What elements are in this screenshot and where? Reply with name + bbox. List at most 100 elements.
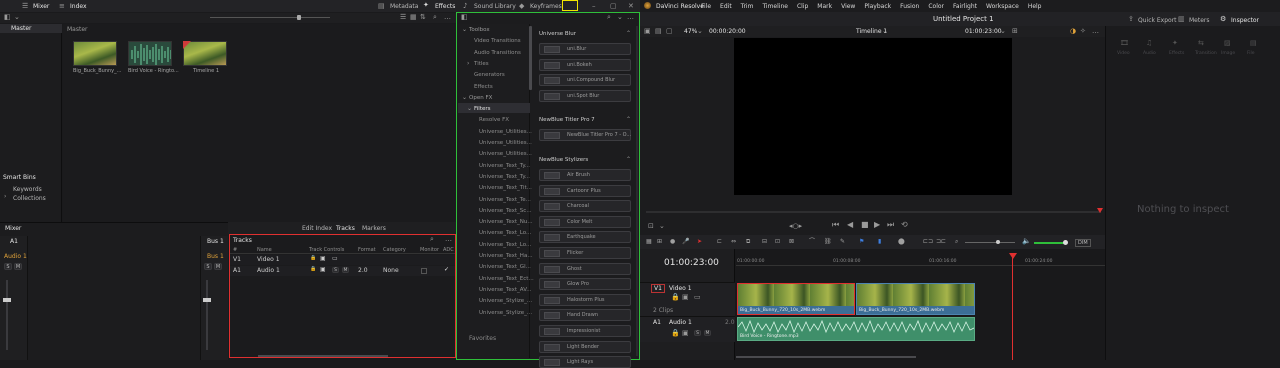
audio-clip[interactable]: Bird Voice - Ringtone.mp3 [737,317,975,341]
dim-button[interactable]: DIM [1075,239,1091,247]
overwrite-icon[interactable]: ⊡ [775,239,780,245]
dynamic-trim-icon[interactable]: ⇔ [731,239,736,245]
auto-select-icon[interactable]: ▣ [682,294,689,301]
volume-slider-handle[interactable] [1063,240,1068,245]
lock-icon[interactable]: 🔒 [671,294,680,301]
effects-tree-scrollbar[interactable] [529,26,532,90]
monitor-checkbox[interactable] [421,268,427,274]
inspector-button[interactable]: Inspector [1231,17,1259,24]
go-to-start-icon[interactable]: ⏮ [832,221,839,229]
loop-icon[interactable]: ⟲ [901,221,908,229]
sort-icon[interactable]: ⇅ [420,14,426,21]
effects-tree-item[interactable]: Video Transitions [474,38,521,44]
inspector-tab-icon[interactable]: ▨ [1224,40,1231,47]
chevron-up-icon[interactable]: ⌃ [626,157,631,163]
chevron-down-icon[interactable]: ⌄ [659,223,665,230]
lock-icon[interactable]: 🔒 [310,256,316,261]
flag-icon[interactable]: ⚑ [859,239,864,245]
effect-item[interactable]: uni.Bokeh [539,58,631,71]
chevron-icon[interactable]: ⌄ [462,94,467,101]
meters-button[interactable]: Meters [1189,17,1210,24]
menu-item-file[interactable]: File [701,3,711,10]
scrub-bar[interactable] [646,211,1101,213]
viewer-color-icon[interactable]: ◑ [1070,28,1076,35]
timeline-ruler[interactable]: 01:00:00:00 01:00:08:00 01:00:16:00 01:00:2… [736,249,1105,266]
playhead-line[interactable] [1012,254,1013,360]
zoom-slider[interactable] [210,17,330,18]
effects-tree-item[interactable]: Audio Transitions [474,50,521,56]
minimize-icon[interactable]: – [592,3,596,10]
viewer-more-icon[interactable]: … [1092,28,1099,35]
keyframes-icon[interactable]: ◆ [519,3,524,10]
inspector-tab-effects[interactable]: Effects [1169,51,1184,56]
video-toggle-icon[interactable]: ▭ [332,256,338,262]
auto-select-icon[interactable]: ▣ [320,256,326,262]
inspector-tab-transition[interactable]: Transition [1195,51,1217,56]
color-marker-icon[interactable]: ⬤ [898,239,905,245]
chevron-down-icon[interactable]: ⌄ [617,14,623,21]
stop-icon[interactable]: ■ [861,221,869,229]
auto-select-icon[interactable]: ▣ [320,267,326,273]
effect-item[interactable]: Ghost [539,262,631,275]
match-frame-icon[interactable]: ⊞ [1012,28,1018,35]
viewer-options-icon[interactable]: ⌄ [1000,28,1006,35]
video-clip[interactable]: Big_Buck_Bunny_720_10s_2MB.webm [856,283,975,315]
clip-thumb-bunny[interactable] [73,41,117,66]
effects-tree-item[interactable]: Universe_Text_Tit... [479,185,532,191]
metadata-tab[interactable]: Metadata [390,3,418,10]
menu-item-edit[interactable]: Edit [720,3,732,10]
tracks-scrollbar[interactable] [258,355,388,357]
zoom-out-icon[interactable]: ⌕ [955,239,958,245]
menu-item-color[interactable]: Color [928,3,944,10]
playhead-marker[interactable] [1009,253,1017,259]
search-icon[interactable]: ⌕ [430,236,434,243]
effects-tree-item[interactable]: Universe_Stylize_... [479,298,532,304]
blade-icon[interactable]: ⧉ [746,239,750,245]
metadata-icon[interactable]: ▤ [378,3,385,10]
effects-tree-item[interactable]: Universe_Utilities... [479,140,532,146]
effects-tree-item[interactable]: Universe_Text_Ty... [479,174,530,180]
effects-tree-item[interactable]: Filters [474,106,491,112]
meters-icon[interactable]: ▥ [1178,16,1185,23]
insert-icon[interactable]: ⊟ [762,239,767,245]
chevron-up-icon[interactable]: ⌃ [626,31,631,37]
keyframes-tab[interactable]: Keyframes [530,3,562,10]
effects-tree-item[interactable]: Universe_Text_Te... [479,197,531,203]
zoom-detail-icon[interactable]: ⊐⊏ [936,239,946,245]
effects-tree-item[interactable]: Generators [474,72,505,78]
chevron-icon[interactable]: ⌄ [462,27,467,33]
chevron-down-icon[interactable]: ⌄ [697,28,703,35]
viewer-screen[interactable] [734,38,1012,195]
solo-button[interactable]: S [332,267,339,273]
grid-view-icon[interactable]: ▦ [410,14,417,21]
more-icon[interactable]: … [445,236,452,243]
effect-item[interactable]: Air Brush [539,169,631,181]
effects-tab[interactable]: Effects [435,3,455,10]
effects-list-scrollbar[interactable] [636,26,638,356]
effect-item[interactable]: Charcoal [539,200,631,213]
more-icon[interactable]: … [627,14,634,21]
effects-tree-item[interactable]: Universe_Utilities... [479,151,532,157]
effect-item[interactable]: uni.Compound Blur [539,74,631,87]
menu-item-view[interactable]: View [841,3,855,10]
viewer-layout-icon[interactable]: ▣ [644,28,651,35]
mute-button[interactable]: M [342,267,349,273]
effect-item[interactable]: Impressionist [539,325,631,337]
mark-in-out-icon[interactable]: ◂○▸ [789,223,802,230]
effect-item[interactable]: Halostorm Plus [539,293,631,306]
timeline-zoom-slider[interactable] [965,242,1015,243]
effect-item[interactable]: uni.Blur [539,43,631,55]
video-clip[interactable]: Big_Buck_Bunny_720_10s_2MB.webm [737,283,855,315]
search-icon[interactable]: ⌕ [607,14,611,21]
inspector-tab-icon[interactable]: ▤ [1250,40,1257,47]
effect-item[interactable]: Flicker [539,247,631,259]
chevron-icon[interactable]: ⌄ [467,106,472,112]
lock-icon[interactable]: 🔒 [671,330,680,337]
viewer-fx-icon[interactable]: ✧ [1080,28,1086,35]
chevron-up-icon[interactable]: ⌃ [626,117,631,123]
effect-item[interactable]: Light Rays [539,356,631,368]
maximize-icon[interactable]: ▢ [610,3,617,10]
effect-item[interactable]: NewBlue Titler Pro 7 - O... [539,129,631,142]
quick-export-icon[interactable]: ⇪ [1128,16,1134,23]
effect-item[interactable]: Light Bender [539,340,631,353]
